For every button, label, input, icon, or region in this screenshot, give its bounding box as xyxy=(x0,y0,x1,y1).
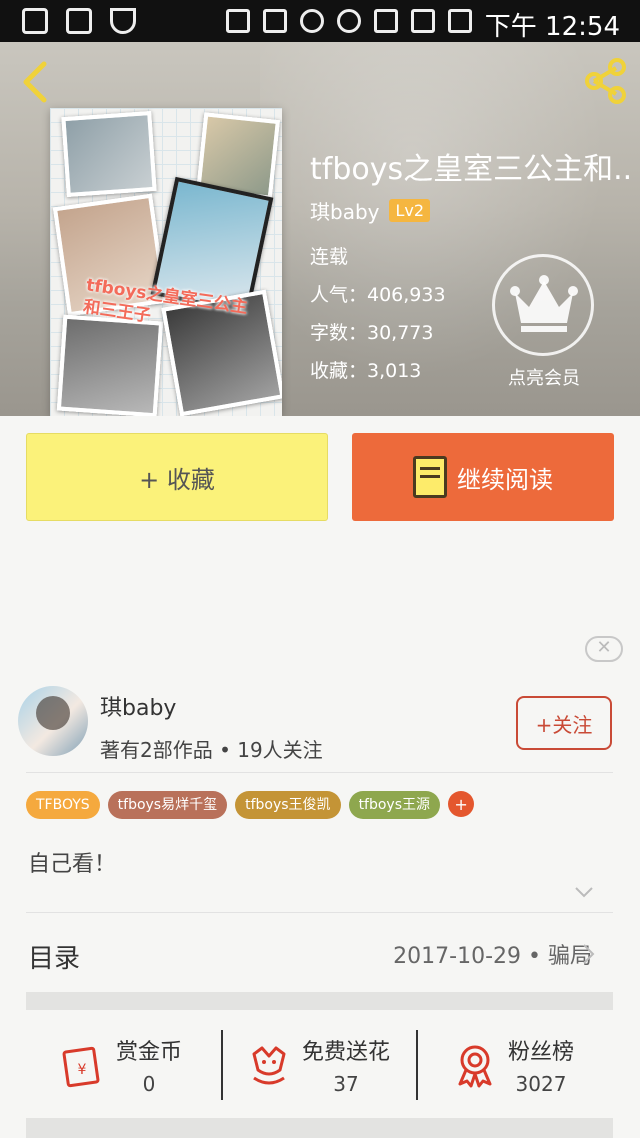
book-status: 连载 xyxy=(310,246,349,268)
tip-coins-button[interactable]: ¥ 赏金币 0 xyxy=(60,1032,182,1098)
nfc-icon xyxy=(226,9,250,33)
chevron-left-icon xyxy=(23,61,47,103)
book-popularity: 人气：406,933 xyxy=(310,284,446,306)
tip-coins-count: 0 xyxy=(142,1072,156,1096)
book-description: 自己看！ xyxy=(28,852,117,877)
collect-button[interactable]: + 收藏 xyxy=(26,433,328,521)
tag-chip[interactable]: tfboys易烊千玺 xyxy=(107,791,228,819)
chevron-right-icon[interactable] xyxy=(578,942,598,966)
svg-text:¥: ¥ xyxy=(78,1062,87,1078)
add-tag-button[interactable]: + xyxy=(448,791,475,817)
share-icon xyxy=(585,58,626,104)
divider xyxy=(26,772,613,773)
book-cover[interactable]: tfboys之皇室三公主和三王子 xyxy=(50,108,282,416)
flower-icon xyxy=(252,1046,286,1085)
toc-label[interactable]: 目录 xyxy=(28,938,80,975)
book-author-name[interactable]: 琪baby xyxy=(310,196,379,225)
author-avatar[interactable] xyxy=(18,686,88,756)
cover-photo xyxy=(56,314,164,416)
back-button[interactable] xyxy=(14,60,58,104)
medal-icon xyxy=(458,1045,492,1088)
sim1-signal-icon xyxy=(374,9,398,33)
vip-label[interactable]: 点亮会员 xyxy=(494,364,594,390)
status-bar: 下午 12:54 xyxy=(0,0,640,42)
divider xyxy=(416,1030,418,1100)
cover-photo xyxy=(61,110,157,198)
tag-chip[interactable]: TFBOYS xyxy=(26,791,100,819)
tip-coins-label: 赏金币 xyxy=(116,1040,183,1065)
author-name[interactable]: 琪baby xyxy=(100,690,176,722)
book-author-line: 琪baby Lv2 xyxy=(310,196,431,225)
alarm-icon xyxy=(300,9,324,33)
send-flower-count: 37 xyxy=(333,1072,359,1096)
tag-chip[interactable]: tfboys王俊凯 xyxy=(235,791,341,819)
book-icon xyxy=(413,456,447,498)
crown-icon xyxy=(510,275,578,332)
toc-latest-chapter[interactable]: 2017-10-29 • 骗局 xyxy=(393,938,592,970)
wifi-icon xyxy=(337,9,361,33)
chevron-down-icon[interactable] xyxy=(574,882,594,902)
section-separator xyxy=(26,992,613,1010)
battery-icon xyxy=(448,9,472,33)
divider xyxy=(221,1030,223,1100)
section-separator xyxy=(26,1118,613,1138)
book-favorites: 收藏：3,013 xyxy=(310,360,422,382)
vip-button[interactable] xyxy=(492,254,594,356)
phone-clock-icon xyxy=(66,8,92,34)
follow-button[interactable]: +关注 xyxy=(516,696,612,750)
status-left-icons xyxy=(22,8,136,34)
sim2-signal-icon xyxy=(411,9,435,33)
book-title: tfboys之皇室三公主和... xyxy=(310,152,630,187)
mute-icon xyxy=(263,9,287,33)
gallery-icon xyxy=(22,8,48,34)
red-envelope-icon: ¥ xyxy=(62,1046,100,1088)
tag-list: TFBOYS tfboys易烊千玺 tfboys王俊凯 tfboys王源 + xyxy=(26,791,475,819)
status-right-icons xyxy=(226,9,472,33)
shield-icon xyxy=(110,8,136,34)
author-works-followers: 著有2部作品 • 19人关注 xyxy=(100,738,323,762)
continue-reading-button[interactable]: 继续阅读 xyxy=(352,433,614,521)
book-header: tfboys之皇室三公主和三王子 tfboys之皇室三公主和... 琪baby … xyxy=(0,42,640,416)
author-level-badge: Lv2 xyxy=(389,199,431,222)
share-button[interactable] xyxy=(580,56,630,106)
book-stats: 连载 人气：406,933 字数：30,773 收藏：3,013 xyxy=(310,242,446,394)
send-flower-button[interactable]: 免费送花 37 xyxy=(246,1032,390,1098)
divider xyxy=(26,912,613,913)
fan-ranking-button[interactable]: 粉丝榜 3027 xyxy=(452,1032,574,1098)
close-icon[interactable]: ✕ xyxy=(585,636,623,662)
tag-chip[interactable]: tfboys王源 xyxy=(348,791,441,819)
fan-ranking-count: 3027 xyxy=(515,1072,567,1096)
send-flower-label: 免费送花 xyxy=(302,1040,391,1065)
clock: 下午 12:54 xyxy=(484,12,620,42)
fan-ranking-label: 粉丝榜 xyxy=(508,1040,575,1065)
continue-reading-label: 继续阅读 xyxy=(457,465,553,494)
book-word-count: 字数：30,773 xyxy=(310,322,434,344)
